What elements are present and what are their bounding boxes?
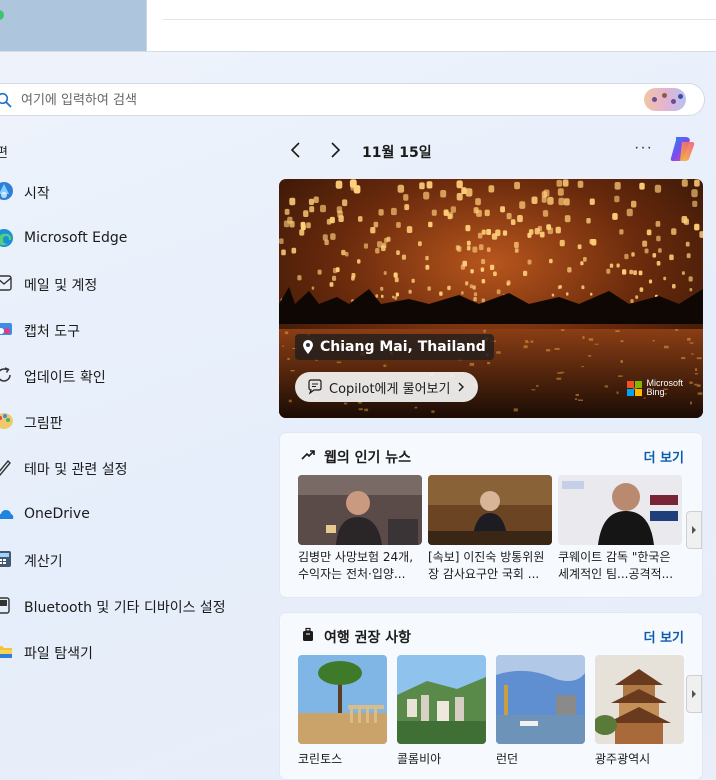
ask-copilot-label: Copilot에게 물어보기 (329, 381, 451, 397)
news-headline: 김병만 사망보험 24개, 수익자는 전처·입양... (298, 550, 414, 581)
microsoft-bing-logo: Microsoft Bing (627, 379, 683, 397)
see-more-link[interactable]: 더 보기 (644, 627, 684, 646)
copilot-icon[interactable] (668, 134, 698, 164)
app-label: 업데이트 확인 (24, 370, 106, 386)
previous-arrow-icon[interactable] (286, 140, 306, 160)
next-arrow-icon[interactable] (325, 140, 345, 160)
search-input[interactable] (21, 90, 581, 110)
app-label: 시작 (24, 186, 50, 202)
search-icon (0, 92, 12, 108)
microsoft-logo-icon (627, 380, 643, 396)
app-item-file-explorer[interactable]: 파일 탐색기 (0, 631, 270, 671)
location-badge[interactable]: Chiang Mai, Thailand (295, 334, 494, 360)
travel-item[interactable]: 코린토스 (298, 655, 387, 767)
app-item-edge[interactable]: Microsoft Edge (0, 218, 270, 258)
travel-destination: 코린토스 (298, 752, 343, 766)
news-item[interactable]: 쿠웨이트 감독 "한국은 세계적인 팀...공격적... (558, 475, 682, 583)
paint-icon (0, 413, 13, 429)
news-thumbnail (298, 475, 422, 545)
travel-destination: 광주광역시 (595, 752, 651, 766)
onedrive-icon (0, 510, 14, 519)
app-label: Microsoft Edge (24, 230, 128, 246)
travel-item[interactable]: 콜롬비아 (397, 655, 486, 767)
chevron-right-icon (692, 690, 696, 698)
hero-image-card[interactable]: Chiang Mai, Thailand Copilot에게 물어보기 Micr… (279, 179, 703, 418)
app-label: Bluetooth 및 기타 디바이스 설정 (24, 600, 226, 616)
app-label: 파일 탐색기 (24, 646, 93, 662)
tips-icon (0, 182, 13, 200)
chevron-right-icon (458, 382, 465, 392)
app-label: 계산기 (24, 554, 63, 570)
ask-copilot-button[interactable]: Copilot에게 물어보기 (295, 372, 479, 402)
app-item-mail[interactable]: 메일 및 계정 (0, 263, 270, 303)
card-title: 웹의 인기 뉴스 (324, 450, 412, 466)
location-label: Chiang Mai, Thailand (320, 339, 486, 355)
background-tile (0, 0, 147, 52)
scroll-right-button[interactable] (686, 675, 702, 713)
news-headline: 쿠웨이트 감독 "한국은 세계적인 팀...공격적... (558, 550, 674, 581)
date-label: 11월 15일 (362, 145, 432, 161)
news-thumbnail (428, 475, 552, 545)
search-highlight-icon[interactable] (644, 88, 686, 111)
search-flyout-panel: 편 시작 Microsoft Edge 메일 및 계정 캡처 도구 (0, 52, 716, 780)
news-card: 웹의 인기 뉴스 더 보기 김병만 사망보험 24개, 수익자는 전처·입양..… (279, 432, 703, 598)
trending-icon (301, 450, 315, 460)
folder-icon (0, 646, 12, 658)
search-box[interactable] (0, 83, 705, 116)
pen-icon (0, 459, 11, 476)
news-item[interactable]: [속보] 이진숙 방통위원장 감사요구안 국회 ... (428, 475, 552, 583)
calculator-icon (0, 551, 11, 567)
mail-icon (0, 275, 12, 291)
app-label: 그림판 (24, 416, 63, 432)
divider (163, 19, 716, 20)
bing-text: Bing (646, 387, 665, 397)
travel-thumbnail (397, 655, 486, 744)
app-item-update[interactable]: 업데이트 확인 (0, 355, 270, 395)
more-options-button[interactable]: ··· (634, 139, 653, 157)
travel-destination: 콜롬비아 (397, 752, 442, 766)
app-label: 테마 및 관련 설정 (24, 462, 128, 478)
scroll-right-button[interactable] (686, 511, 702, 549)
background-window (0, 0, 716, 52)
news-thumbnail (558, 475, 682, 545)
snipping-icon (0, 323, 12, 335)
app-label: OneDrive (24, 506, 90, 522)
app-item-paint[interactable]: 그림판 (0, 401, 270, 441)
travel-destination: 런던 (496, 752, 519, 766)
chat-bubble-icon (308, 379, 322, 395)
news-item[interactable]: 김병만 사망보험 24개, 수익자는 전처·입양... (298, 475, 422, 583)
app-item-themes[interactable]: 테마 및 관련 설정 (0, 447, 270, 487)
app-item-calculator[interactable]: 계산기 (0, 539, 270, 579)
edge-icon (0, 229, 13, 247)
bluetooth-icon (0, 597, 10, 614)
news-headline: [속보] 이진숙 방통위원장 감사요구안 국회 ... (428, 550, 545, 581)
chevron-right-icon (692, 526, 696, 534)
app-item-snipping[interactable]: 캡처 도구 (0, 309, 270, 349)
location-pin-icon (303, 340, 313, 354)
travel-thumbnail (496, 655, 585, 744)
card-title: 여행 권장 사항 (324, 630, 412, 646)
luggage-icon (303, 627, 313, 641)
travel-item[interactable]: 런던 (496, 655, 585, 767)
update-icon (0, 367, 11, 382)
travel-item[interactable]: 광주광역시 (595, 655, 684, 767)
travel-card: 여행 권장 사항 더 보기 코린토스 콜롬비아 런던 광주광역시 (279, 612, 703, 780)
app-label: 캡처 도구 (24, 324, 80, 340)
app-label: 메일 및 계정 (24, 278, 98, 294)
app-item-bluetooth[interactable]: Bluetooth 및 기타 디바이스 설정 (0, 585, 270, 625)
travel-thumbnail (595, 655, 684, 744)
see-more-link[interactable]: 더 보기 (644, 447, 684, 466)
travel-thumbnail (298, 655, 387, 744)
section-label: 편 (0, 146, 8, 161)
app-item-tips[interactable]: 시작 (0, 171, 270, 211)
app-item-onedrive[interactable]: OneDrive (0, 494, 270, 534)
